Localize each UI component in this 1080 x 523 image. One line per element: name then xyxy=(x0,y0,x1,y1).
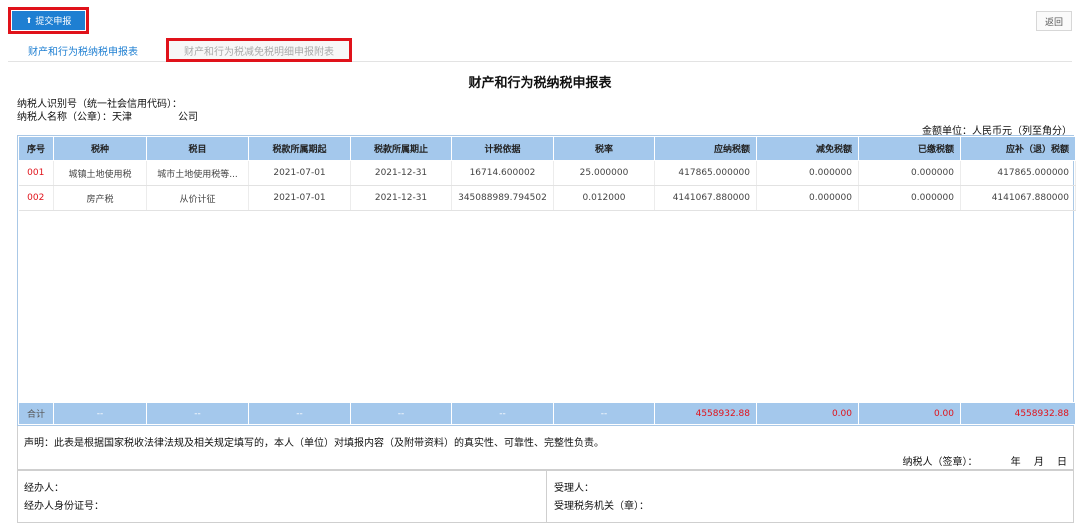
row-tax-due: 4141067.880000 xyxy=(960,185,1076,211)
back-button[interactable]: 返回 xyxy=(1036,11,1072,31)
form-title: 财产和行为税纳税申报表 xyxy=(468,76,612,91)
col-header: 计税依据 xyxy=(451,136,554,161)
handler-label: 经办人： xyxy=(24,483,64,494)
taxpayer-name: 纳税人名称（公章）：天津 公司 xyxy=(17,108,198,123)
taxpayer-name-suffix: 公司 xyxy=(178,112,198,123)
row-tax-payable: 4141067.880000 xyxy=(654,185,757,211)
row-tax-due: 417865.000000 xyxy=(960,160,1076,186)
total-cell: -- xyxy=(53,402,147,425)
submit-label: 提交申报 xyxy=(35,17,72,27)
declaration-section: 声明：此表是根据国家税收法律法规及相关规定填写的，本人（单位）对填报内容（及附带… xyxy=(17,426,1074,470)
row-tax-item: 城市土地使用税等... xyxy=(146,160,249,186)
row-tax-paid: 0.000000 xyxy=(858,185,961,211)
col-header: 税率 xyxy=(553,136,655,161)
col-header: 应纳税额 xyxy=(654,136,757,161)
tab-relief-schedule[interactable]: 财产和行为税减免税明细申报附表 xyxy=(169,41,349,59)
total-label: 合计 xyxy=(18,402,54,425)
row-tax-item: 从价计征 xyxy=(146,185,249,211)
col-header: 税目 xyxy=(146,136,249,161)
row-tax-rate: 0.012000 xyxy=(553,185,655,211)
total-cell: -- xyxy=(248,402,351,425)
col-header: 减免税额 xyxy=(756,136,859,161)
row-period-start: 2021-07-01 xyxy=(248,160,351,186)
upload-icon: ⬆ xyxy=(25,15,33,25)
total-tax-relief: 0.00 xyxy=(756,402,859,425)
handler-id-label: 经办人身份证号： xyxy=(24,501,104,512)
row-tax-base: 16714.600002 xyxy=(451,160,554,186)
tab-declaration-form[interactable]: 财产和行为税纳税申报表 xyxy=(8,38,158,62)
total-cell: -- xyxy=(350,402,452,425)
tax-office-label: 受理税务机关（章）： xyxy=(554,501,649,512)
row-seq[interactable]: 001 xyxy=(18,160,54,186)
taxpayer-name-label: 纳税人名称（公章）：天津 xyxy=(17,112,132,123)
col-header: 税款所属期起 xyxy=(248,136,351,161)
agent-divider xyxy=(546,471,547,522)
col-header: 税种 xyxy=(53,136,147,161)
col-header: 已缴税额 xyxy=(858,136,961,161)
total-cell: -- xyxy=(451,402,554,425)
date-label: 年 月 日 xyxy=(1010,457,1067,468)
row-tax-payable: 417865.000000 xyxy=(654,160,757,186)
total-cell: -- xyxy=(146,402,249,425)
col-header: 税款所属期止 xyxy=(350,136,452,161)
row-period-start: 2021-07-01 xyxy=(248,185,351,211)
submit-highlight: ⬆ 提交申报 xyxy=(8,7,89,34)
total-tax-payable: 4558932.88 xyxy=(654,402,757,425)
row-period-end: 2021-12-31 xyxy=(350,160,452,186)
col-header: 应补（退）税额 xyxy=(960,136,1076,161)
agent-section: 经办人： 经办人身份证号： 受理人： 受理税务机关（章）： xyxy=(17,470,1074,523)
total-tax-due: 4558932.88 xyxy=(960,402,1076,425)
receiver-label: 受理人： xyxy=(554,483,594,494)
tab-bar: 财产和行为税纳税申报表 财产和行为税减免税明细申报附表 xyxy=(8,38,1072,62)
declaration-text: 声明：此表是根据国家税收法律法规及相关规定填写的，本人（单位）对填报内容（及附带… xyxy=(24,438,604,449)
table-header-row: 序号 税种 税目 税款所属期起 税款所属期止 计税依据 税率 应纳税额 减免税额… xyxy=(18,136,1076,161)
tax-table: 序号 税种 税目 税款所属期起 税款所属期止 计税依据 税率 应纳税额 减免税额… xyxy=(17,135,1076,426)
col-header: 序号 xyxy=(18,136,54,161)
sign-label: 纳税人（签章）： xyxy=(902,457,978,468)
row-period-end: 2021-12-31 xyxy=(350,185,452,211)
row-tax-paid: 0.000000 xyxy=(858,160,961,186)
table-row[interactable]: 001 城镇土地使用税 城市土地使用税等... 2021-07-01 2021-… xyxy=(18,160,1076,186)
row-seq[interactable]: 002 xyxy=(18,185,54,211)
signature-line: 纳税人（签章）： 年 月 日 xyxy=(902,453,1067,468)
row-tax-relief: 0.000000 xyxy=(756,160,859,186)
row-tax-type: 城镇土地使用税 xyxy=(53,160,147,186)
total-tax-paid: 0.00 xyxy=(858,402,961,425)
total-row: 合计 -- -- -- -- -- -- 4558932.88 0.00 0.0… xyxy=(18,402,1076,425)
row-tax-relief: 0.000000 xyxy=(756,185,859,211)
submit-button[interactable]: ⬆ 提交申报 xyxy=(12,11,85,30)
total-cell: -- xyxy=(553,402,655,425)
tab-relief-highlight: 财产和行为税减免税明细申报附表 xyxy=(166,38,352,62)
table-row[interactable]: 002 房产税 从价计征 2021-07-01 2021-12-31 34508… xyxy=(18,185,1076,211)
toolbar: ⬆ 提交申报 返回 xyxy=(0,0,1080,38)
row-tax-type: 房产税 xyxy=(53,185,147,211)
row-tax-base: 345088989.794502 xyxy=(451,185,554,211)
row-tax-rate: 25.000000 xyxy=(553,160,655,186)
